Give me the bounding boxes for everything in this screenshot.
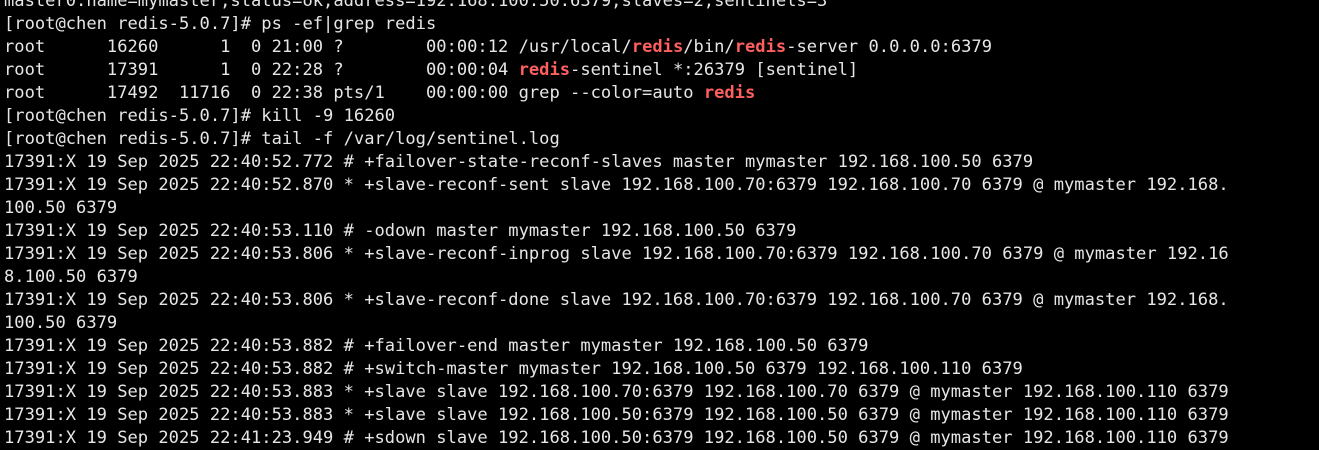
terminal-line: 17391:X 19 Sep 2025 22:40:53.110 # -odow… [4, 220, 1319, 243]
terminal-text: [root@chen redis-5.0.7]# ps -ef|grep red… [4, 14, 437, 34]
terminal-text: 17391:X 19 Sep 2025 22:40:53.882 # +swit… [4, 359, 1023, 379]
terminal-line: 8.100.50 6379 [4, 266, 1319, 289]
terminal-text: root 17391 1 0 22:28 ? 00:00:04 [4, 60, 519, 80]
terminal-text: 17391:X 19 Sep 2025 22:40:52.870 * +slav… [4, 175, 1229, 195]
terminal-text: 17391:X 19 Sep 2025 22:40:52.772 # +fail… [4, 152, 1034, 172]
terminal-line: master0:name=mymaster,status=ok,address=… [4, 0, 1319, 13]
terminal-line: 17391:X 19 Sep 2025 22:40:53.806 * +slav… [4, 289, 1319, 312]
terminal-line: [root@chen redis-5.0.7]# ps -ef|grep red… [4, 13, 1319, 36]
terminal-text: 100.50 6379 [4, 313, 118, 333]
terminal-line: 17391:X 19 Sep 2025 22:40:52.870 * +slav… [4, 174, 1319, 197]
terminal-line: 100.50 6379 [4, 197, 1319, 220]
terminal-text: 17391:X 19 Sep 2025 22:40:53.882 # +fail… [4, 336, 869, 356]
grep-match-highlight: redis [703, 83, 756, 103]
terminal-text: 17391:X 19 Sep 2025 22:40:53.806 * +slav… [4, 290, 1229, 310]
terminal-line: 17391:X 19 Sep 2025 22:40:52.772 # +fail… [4, 151, 1319, 174]
terminal-text: -server 0.0.0.0:6379 [786, 37, 993, 57]
terminal-line: 17391:X 19 Sep 2025 22:40:53.806 * +slav… [4, 243, 1319, 266]
terminal-line: 17391:X 19 Sep 2025 22:40:53.882 # +swit… [4, 358, 1319, 381]
terminal-text: 17391:X 19 Sep 2025 22:40:53.883 * +slav… [4, 405, 1229, 425]
grep-match-highlight: redis [518, 60, 571, 80]
terminal-line: 17391:X 19 Sep 2025 22:40:53.883 * +slav… [4, 404, 1319, 427]
terminal-text: 8.100.50 6379 [4, 267, 138, 287]
terminal-text: 100.50 6379 [4, 198, 118, 218]
terminal-text: 17391:X 19 Sep 2025 22:41:23.949 # +sdow… [4, 428, 1229, 448]
terminal-text: [root@chen redis-5.0.7]# tail -f /var/lo… [4, 129, 560, 149]
terminal-line: root 16260 1 0 21:00 ? 00:00:12 /usr/loc… [4, 36, 1319, 59]
grep-match-highlight: redis [631, 37, 684, 57]
terminal-text: 17391:X 19 Sep 2025 22:40:53.110 # -odow… [4, 221, 797, 241]
terminal-line: [root@chen redis-5.0.7]# kill -9 16260 [4, 105, 1319, 128]
terminal-text: master0:name=mymaster,status=ok,address=… [4, 0, 828, 11]
terminal-line: root 17391 1 0 22:28 ? 00:00:04 redis-se… [4, 59, 1319, 82]
terminal-text: 17391:X 19 Sep 2025 22:40:53.883 * +slav… [4, 382, 1229, 402]
terminal-line: 17391:X 19 Sep 2025 22:41:23.949 # +sdow… [4, 427, 1319, 450]
terminal-text: [root@chen redis-5.0.7]# kill -9 16260 [4, 106, 396, 126]
terminal-line: root 17492 11716 0 22:38 pts/1 00:00:00 … [4, 82, 1319, 105]
terminal-line: 17391:X 19 Sep 2025 22:40:53.882 # +fail… [4, 335, 1319, 358]
terminal-text: /bin/ [683, 37, 735, 57]
terminal-text: root 17492 11716 0 22:38 pts/1 00:00:00 … [4, 83, 704, 103]
grep-match-highlight: redis [734, 37, 787, 57]
terminal-text: -sentinel *:26379 [sentinel] [570, 60, 859, 80]
terminal-text: root 16260 1 0 21:00 ? 00:00:12 /usr/loc… [4, 37, 632, 57]
terminal-output[interactable]: master0:name=mymaster,status=ok,address=… [4, 0, 1319, 450]
terminal-line: 17391:X 19 Sep 2025 22:40:53.883 * +slav… [4, 381, 1319, 404]
terminal-line: [root@chen redis-5.0.7]# tail -f /var/lo… [4, 128, 1319, 151]
terminal-line: 100.50 6379 [4, 312, 1319, 335]
terminal-text: 17391:X 19 Sep 2025 22:40:53.806 * +slav… [4, 244, 1229, 264]
